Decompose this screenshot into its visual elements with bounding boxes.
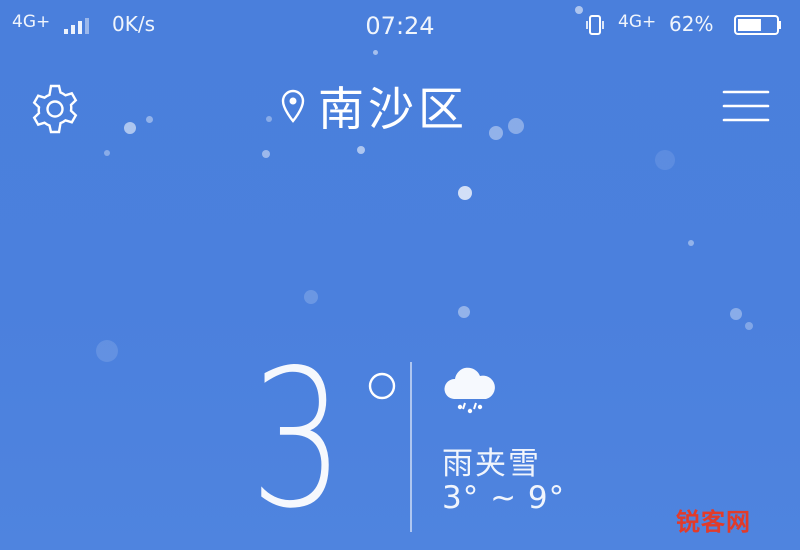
- snowflake: [96, 340, 118, 362]
- snowflake: [458, 186, 472, 200]
- watermark-text: 锐客网: [676, 508, 751, 536]
- status-bar: 4G+ 0K/s 07:24 4G+ 62%: [0, 0, 800, 56]
- battery-percent: 62%: [669, 12, 714, 36]
- snowflake: [730, 308, 742, 320]
- sleet-cloud-icon: [444, 367, 495, 414]
- current-temperature: 3: [250, 345, 370, 535]
- network-type-right: 4G+: [618, 12, 657, 32]
- weather-screen: 4G+ 0K/s 07:24 4G+ 62% 南沙区 3 雨夹雪 3° ~ 9°…: [0, 0, 800, 550]
- temperature-value: 3: [250, 329, 345, 550]
- vertical-divider: [410, 362, 412, 532]
- vibrate-icon: [586, 15, 604, 35]
- snowflake: [745, 322, 753, 330]
- map-pin-icon: [281, 89, 305, 123]
- location-name: 南沙区: [318, 82, 468, 136]
- gear-icon[interactable]: [24, 78, 86, 140]
- snowflake: [304, 290, 318, 304]
- hamburger-menu-icon[interactable]: [716, 82, 776, 130]
- snowflake: [458, 306, 470, 318]
- snowflake: [688, 240, 694, 246]
- temperature-range: 3° ~ 9°: [442, 480, 566, 516]
- battery-fill: [738, 19, 761, 31]
- degree-symbol-icon: [368, 372, 396, 400]
- location-selector[interactable]: 南沙区: [280, 76, 468, 136]
- app-header: 南沙区: [0, 64, 800, 154]
- battery-icon: [734, 15, 781, 35]
- weather-condition: 雨夹雪: [442, 446, 541, 482]
